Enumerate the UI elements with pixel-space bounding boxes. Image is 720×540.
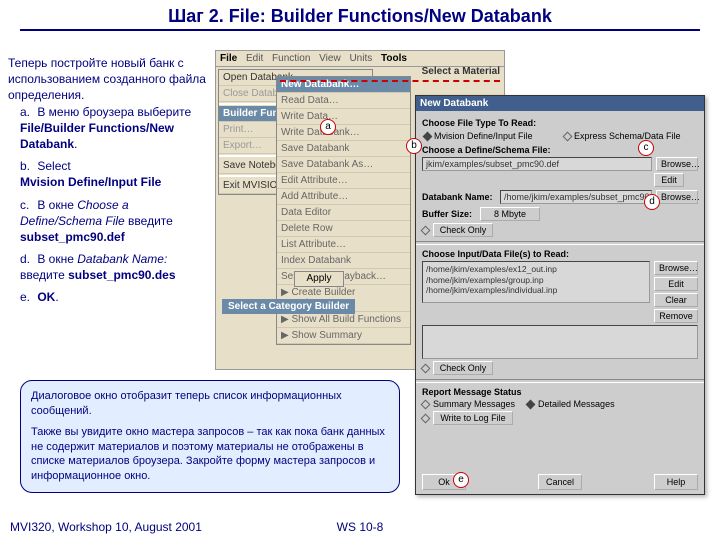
footer-center: WS 10-8 xyxy=(337,520,384,534)
step-d: d. В окне Databank Name: введите subset_… xyxy=(20,251,208,283)
category-label: Select a Category Builder xyxy=(222,299,355,314)
smi-indexdb[interactable]: Index Databank xyxy=(277,253,410,269)
marker-d: d xyxy=(644,194,660,210)
smi-read[interactable]: Read Data… xyxy=(277,93,410,109)
smi-delrow[interactable]: Delete Row xyxy=(277,221,410,237)
edit-input-button[interactable]: Edit xyxy=(654,277,698,291)
menu-view[interactable]: View xyxy=(319,53,341,64)
opt-express[interactable]: Express Schema/Data File xyxy=(562,130,698,142)
footer-left: MVI320, Workshop 10, August 2001 xyxy=(10,520,202,534)
marker-e: e xyxy=(453,472,469,488)
smi-listattr[interactable]: List Attribute… xyxy=(277,237,410,253)
info-callout: Диалоговое окно отобразит теперь список … xyxy=(20,380,400,493)
step-a: a. В меню броузера выберите File/Builder… xyxy=(20,104,208,153)
check-only-button-2[interactable]: Check Only xyxy=(433,361,493,375)
smi-showsum[interactable]: ▶ Show Summary xyxy=(277,328,410,344)
menu-units[interactable]: Units xyxy=(349,53,372,64)
log-toggle[interactable] xyxy=(421,413,431,423)
material-label: Select a Material xyxy=(422,66,500,77)
marker-c: c xyxy=(638,140,654,156)
check-only-button-1[interactable]: Check Only xyxy=(433,223,493,237)
smi-saveas[interactable]: Save Databank As… xyxy=(277,157,410,173)
browse-def-button[interactable]: Browse… xyxy=(656,157,698,171)
marker-a: a xyxy=(320,119,336,135)
callout-p1: Диалоговое окно отобразит теперь список … xyxy=(31,389,389,419)
choose-input-label: Choose Input/Data File(s) to Read: xyxy=(422,249,698,259)
step-b: b. Select Mvision Define/Input File xyxy=(20,158,208,190)
apply-button[interactable]: Apply xyxy=(294,271,344,287)
dbname-label: Databank Name: xyxy=(422,192,496,202)
buf-select[interactable]: 8 Mbyte xyxy=(480,207,540,221)
smi-dataed[interactable]: Data Editor xyxy=(277,205,410,221)
remove-input-button[interactable]: Remove xyxy=(654,309,698,323)
instructions: Теперь постройте новый банк с использова… xyxy=(8,55,208,312)
step-e: e. OK. xyxy=(20,289,208,305)
title-underline xyxy=(20,29,700,31)
smi-showall[interactable]: ▶ Show All Build Functions xyxy=(277,312,410,328)
buf-label: Buffer Size: xyxy=(422,209,476,219)
def-file-field[interactable]: jkim/examples/subset_pmc90.def xyxy=(422,157,652,171)
opt-mvision[interactable]: Mvision Define/Input File xyxy=(422,130,558,142)
menubar[interactable]: File Edit Function View Units Tools xyxy=(216,51,504,67)
opt-detailed[interactable] xyxy=(526,399,536,409)
browse-input-button[interactable]: Browse… xyxy=(654,261,698,275)
edit-def-button[interactable]: Edit xyxy=(654,173,684,187)
check-toggle-2[interactable] xyxy=(421,363,431,373)
page-title: Шаг 2. File: Builder Functions/New Datab… xyxy=(0,0,720,29)
new-databank-dialog: New Databank Choose File Type To Read: M… xyxy=(415,95,705,495)
callout-p2: Также вы увидите окно мастера запросов –… xyxy=(31,425,389,484)
clear-input-button[interactable]: Clear xyxy=(654,293,698,307)
pointer-line xyxy=(280,80,500,82)
menu-edit[interactable]: Edit xyxy=(246,53,263,64)
opt-summary[interactable] xyxy=(421,399,431,409)
cancel-button[interactable]: Cancel xyxy=(538,474,582,490)
smi-writedata[interactable]: Write Data… xyxy=(277,109,410,125)
menu-function[interactable]: Function xyxy=(272,53,310,64)
check-toggle-1[interactable] xyxy=(421,225,431,235)
dialog-title: New Databank xyxy=(416,96,704,111)
log-button[interactable]: Write to Log File xyxy=(433,411,513,425)
intro-text: Теперь постройте новый банк с использова… xyxy=(8,55,208,104)
input-listbox[interactable]: /home/jkim/examples/ex12_out.inp /home/j… xyxy=(422,261,650,303)
smi-writedb[interactable]: Write Databank… xyxy=(277,125,410,141)
dbname-field[interactable]: /home/jkim/examples/subset_pmc90.des xyxy=(500,190,652,204)
input-listbox-2[interactable] xyxy=(422,325,698,359)
smi-savedb[interactable]: Save Databank xyxy=(277,141,410,157)
menu-file[interactable]: File xyxy=(220,53,237,64)
help-button[interactable]: Help xyxy=(654,474,698,490)
smi-editattr[interactable]: Edit Attribute… xyxy=(277,173,410,189)
browse-db-button[interactable]: Browse… xyxy=(656,190,698,204)
choose-def-label: Choose a Define/Schema File: xyxy=(422,145,698,155)
report-label: Report Message Status xyxy=(422,387,698,397)
marker-b: b xyxy=(406,138,422,154)
menu-tools[interactable]: Tools xyxy=(381,53,407,64)
step-c: c. В окне Choose a Define/Schema File вв… xyxy=(20,197,208,246)
choose-type-label: Choose File Type To Read: xyxy=(422,118,698,128)
smi-addattr[interactable]: Add Attribute… xyxy=(277,189,410,205)
